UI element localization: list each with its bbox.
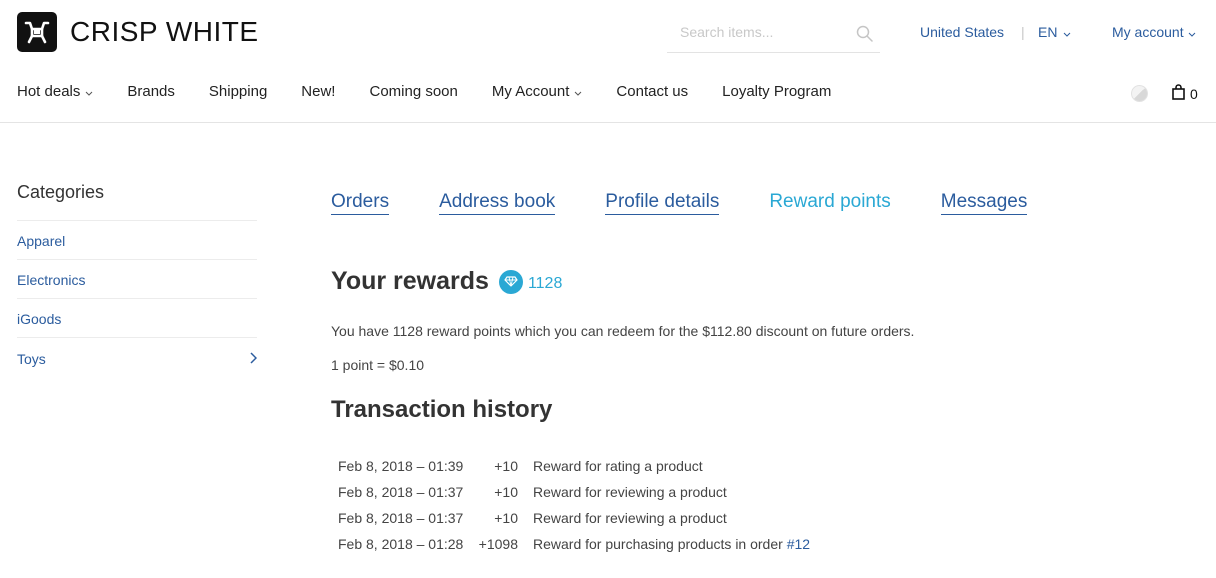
sidebar-item-apparel[interactable]: Apparel [17, 221, 257, 260]
nav-item-label: Coming soon [369, 83, 458, 100]
transaction-description: Reward for reviewing a product [533, 510, 727, 526]
nav-item-label: New! [301, 83, 336, 100]
chevron-down-icon [1188, 24, 1196, 40]
transaction-date: Feb 8, 2018 – 01:28 [338, 536, 464, 552]
nav-item-shipping[interactable]: Shipping [209, 83, 267, 100]
search-input[interactable] [667, 17, 847, 47]
logo[interactable]: CRISP WHITE [17, 12, 259, 52]
nav-item-new[interactable]: New! [301, 83, 335, 100]
main-nav: Hot deals Brands Shipping New! Coming so… [17, 83, 865, 100]
nav-item-label: Hot deals [17, 83, 81, 100]
tab-reward-points[interactable]: Reward points [769, 191, 890, 215]
my-account-label: My account [1112, 24, 1184, 40]
transaction-points: +10 [494, 510, 518, 526]
nav-item-contact-us[interactable]: Contact us [616, 83, 688, 100]
language-selector[interactable]: EN [1038, 24, 1071, 40]
my-account-menu[interactable]: My account [1112, 24, 1196, 40]
cart-button[interactable]: 0 [1172, 84, 1198, 103]
divider: | [1021, 24, 1025, 40]
sidebar-item-label: Electronics [17, 272, 86, 288]
rewards-header: Your rewards 1128 [331, 267, 562, 296]
sidebar-item-electronics[interactable]: Electronics [17, 260, 257, 299]
order-link[interactable]: #12 [787, 536, 810, 552]
theme-toggle-icon[interactable] [1131, 85, 1148, 102]
transaction-date: Feb 8, 2018 – 01:37 [338, 510, 464, 526]
nav-item-label: My Account [491, 83, 570, 100]
country-selector[interactable]: United States [920, 24, 1004, 40]
search-box [667, 17, 880, 53]
nav-item-brands[interactable]: Brands [127, 83, 175, 100]
nav-item-coming-soon[interactable]: Coming soon [369, 83, 457, 100]
transaction-description-cell: Reward for purchasing products in order … [533, 531, 810, 557]
transaction-date: Feb 8, 2018 – 01:39 [338, 458, 464, 474]
nav-item-label: Loyalty Program [722, 83, 832, 100]
table-row: Feb 8, 2018 – 01:39 +10 Reward for ratin… [338, 453, 810, 479]
nav-item-my-account[interactable]: My Account [492, 83, 583, 100]
sidebar-item-label: iGoods [17, 311, 62, 327]
transaction-points: +1098 [478, 536, 518, 552]
sidebar-item-igoods[interactable]: iGoods [17, 299, 257, 338]
tab-profile-details[interactable]: Profile details [605, 191, 720, 215]
transaction-points: +10 [494, 484, 518, 500]
chevron-down-icon [574, 83, 582, 100]
tab-messages[interactable]: Messages [940, 191, 1028, 215]
shop-logo-icon [17, 12, 57, 52]
transaction-points: +10 [494, 458, 518, 474]
sidebar-title: Categories [17, 182, 257, 221]
rewards-summary: You have 1128 reward points which you ca… [331, 323, 915, 339]
transaction-description: Reward for purchasing products in order [533, 536, 787, 552]
nav-item-label: Contact us [616, 83, 689, 100]
sidebar-item-label: Apparel [17, 233, 66, 249]
chevron-right-icon[interactable] [250, 351, 258, 367]
tab-orders[interactable]: Orders [331, 191, 390, 215]
page-title: Your rewards [331, 267, 489, 295]
rewards-points-total: 1128 [527, 274, 563, 292]
diamond-icon [498, 269, 523, 294]
sidebar-item-label: Toys [17, 350, 46, 367]
category-sidebar: Categories Apparel Electronics iGoods To… [17, 182, 258, 377]
transaction-description: Reward for reviewing a product [533, 484, 727, 500]
header-divider [0, 122, 1216, 123]
transaction-history-title: Transaction history [331, 396, 553, 423]
nav-item-label: Brands [127, 83, 175, 100]
search-icon[interactable] [856, 25, 873, 47]
nav-item-label: Shipping [208, 83, 268, 100]
table-row: Feb 8, 2018 – 01:37 +10 Reward for revie… [338, 479, 810, 505]
points-rate: 1 point = $0.10 [331, 357, 425, 373]
sidebar-item-toys[interactable]: Toys [17, 338, 258, 377]
tab-address-book[interactable]: Address book [439, 191, 556, 215]
transaction-date: Feb 8, 2018 – 01:37 [338, 484, 464, 500]
table-row: Feb 8, 2018 – 01:37 +10 Reward for revie… [338, 505, 810, 531]
chevron-down-icon [1063, 24, 1071, 40]
account-tabs: Orders Address book Profile details Rewa… [331, 191, 1077, 215]
chevron-down-icon [85, 83, 93, 100]
cart-count: 0 [1190, 85, 1198, 102]
table-row: Feb 8, 2018 – 01:28 +1098 Reward for pur… [338, 531, 810, 557]
shopping-bag-icon [1172, 84, 1185, 103]
language-label: EN [1038, 24, 1058, 40]
nav-item-hot-deals[interactable]: Hot deals [17, 83, 93, 100]
brand-name: CRISP WHITE [70, 16, 259, 47]
transaction-table: Feb 8, 2018 – 01:39 +10 Reward for ratin… [338, 453, 810, 557]
transaction-description: Reward for rating a product [533, 458, 703, 474]
nav-item-loyalty-program[interactable]: Loyalty Program [722, 83, 831, 100]
